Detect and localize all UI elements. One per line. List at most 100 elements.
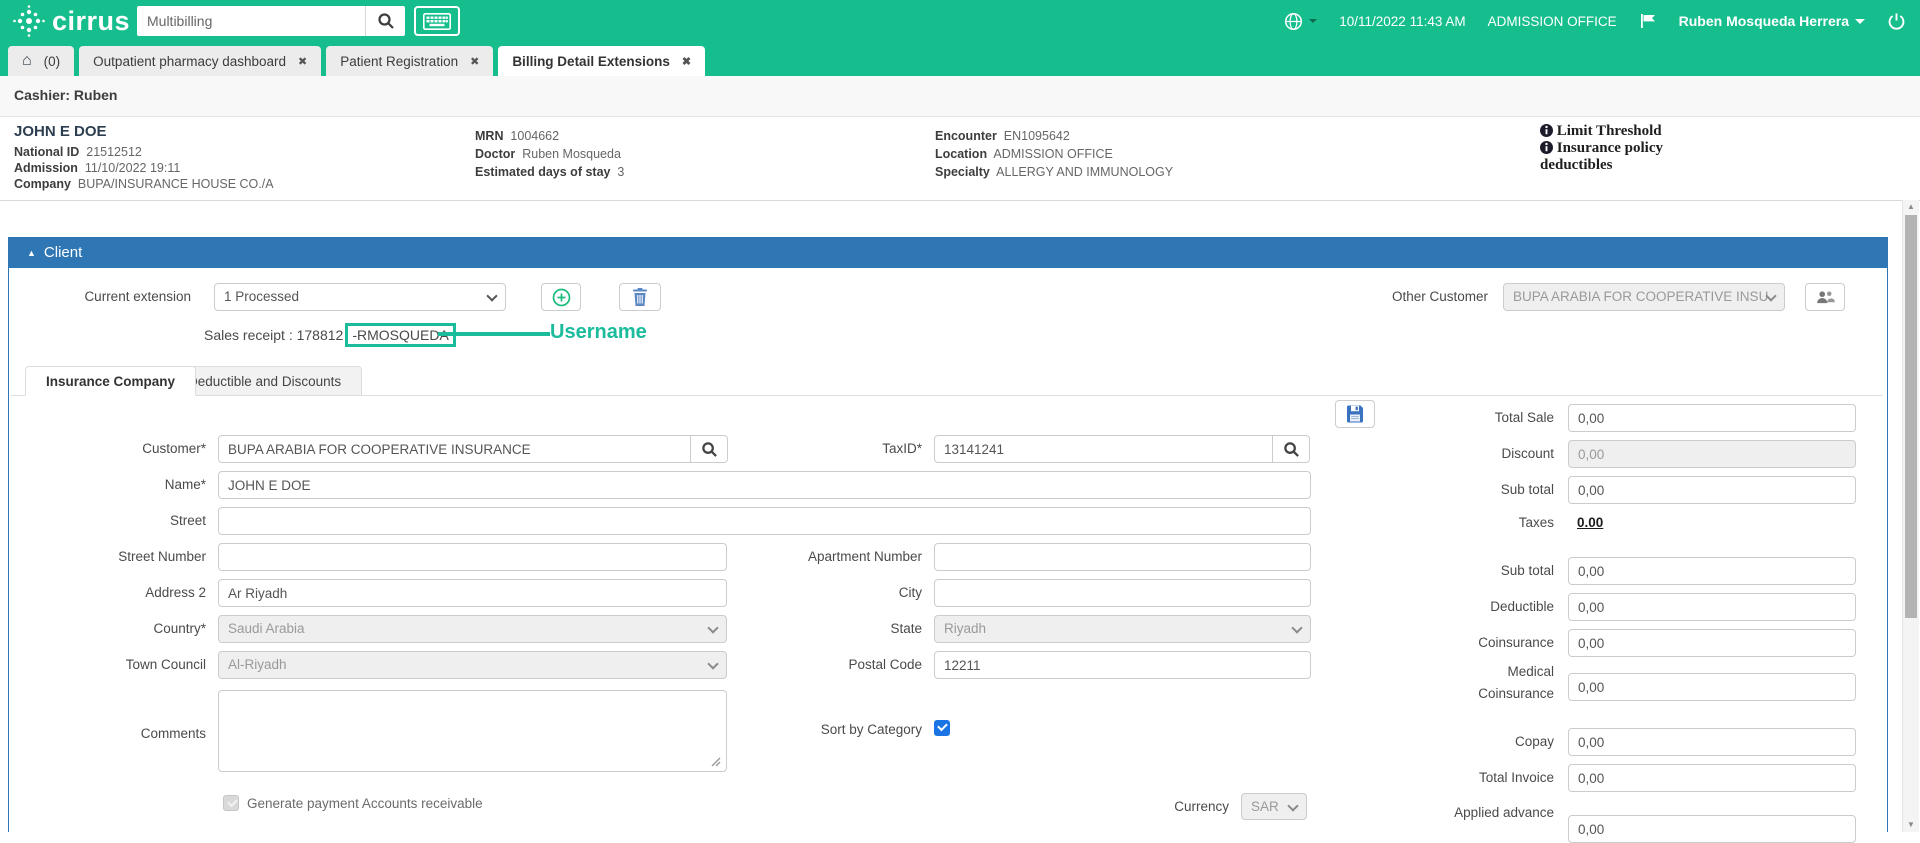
postal-code-input[interactable] — [934, 651, 1311, 679]
medical-coinsurance-input[interactable] — [1568, 673, 1856, 701]
postal-code-label: Postal Code — [848, 657, 922, 672]
name-label: Name* — [164, 477, 206, 492]
copay-input[interactable] — [1568, 728, 1856, 756]
location-value: ADMISSION OFFICE — [993, 147, 1113, 161]
add-extension-button[interactable] — [541, 283, 581, 311]
taxid-search-button[interactable] — [1272, 435, 1310, 463]
tab-outpatient-pharmacy-dashboard[interactable]: Outpatient pharmacy dashboard ✖ — [79, 46, 322, 76]
limit-threshold-link[interactable]: Limit Threshold — [1540, 123, 1685, 140]
currency-label: Currency — [1174, 799, 1229, 814]
town-council-label: Town Council — [125, 657, 206, 672]
coinsurance-input[interactable] — [1568, 629, 1856, 657]
country-select[interactable]: Saudi Arabia — [218, 615, 727, 643]
total-invoice-input[interactable] — [1568, 764, 1856, 792]
patient-summary-band: JOHN E DOE National ID 21512512 Admissio… — [0, 117, 1920, 201]
estimated-days-value: 3 — [617, 165, 625, 179]
sales-receipt-text: Sales receipt : 178812 — [204, 327, 344, 343]
deductible-input[interactable] — [1568, 593, 1856, 621]
estimated-days-label: Estimated days of stay — [475, 165, 611, 179]
language-caret-icon — [1309, 19, 1318, 23]
billing-detail-panel: ▲ Client Current extension 1 Processed O… — [8, 237, 1888, 843]
currency-select[interactable]: SAR — [1241, 793, 1307, 820]
street-input[interactable] — [218, 507, 1311, 535]
patient-col-encounter2: Encounter EN1095642 Location ADMISSION O… — [935, 127, 1173, 181]
customer-group-button[interactable] — [1805, 283, 1845, 311]
keyboard-icon — [423, 12, 451, 30]
client-section-header[interactable]: ▲ Client — [9, 237, 1887, 268]
close-icon[interactable]: ✖ — [682, 55, 691, 68]
subtotal1-input[interactable] — [1568, 476, 1856, 504]
encounter-value: EN1095642 — [1003, 129, 1070, 143]
tab-insurance-company[interactable]: Insurance Company — [25, 366, 197, 396]
user-menu[interactable]: Ruben Mosqueda Herrera — [1679, 13, 1865, 29]
close-icon[interactable]: ✖ — [470, 55, 479, 68]
sort-by-category-checkbox[interactable] — [934, 720, 950, 736]
national-id-label: National ID — [14, 145, 80, 159]
virtual-keyboard-button[interactable] — [414, 6, 460, 36]
tab-billing-detail-extensions[interactable]: Billing Detail Extensions ✖ — [498, 46, 706, 76]
flag-icon[interactable] — [1639, 12, 1657, 30]
name-input[interactable] — [218, 471, 1311, 499]
town-council-value: Al-Riyadh — [228, 657, 287, 672]
street-label: Street — [169, 513, 206, 528]
delete-extension-button[interactable] — [619, 283, 661, 311]
close-icon[interactable]: ✖ — [298, 55, 307, 68]
comments-textarea[interactable] — [218, 690, 727, 772]
city-label: City — [898, 585, 922, 600]
header-datetime: 10/11/2022 11:43 AM — [1339, 13, 1466, 29]
global-search — [137, 6, 405, 36]
street-number-input[interactable] — [218, 543, 727, 571]
comments-label: Comments — [140, 726, 206, 741]
tab-deductible-and-discounts[interactable]: Deductible and Discounts — [167, 366, 363, 396]
total-sale-input[interactable] — [1568, 404, 1856, 432]
apartment-number-label: Apartment Number — [807, 549, 922, 564]
other-customer-select[interactable]: BUPA ARABIA FOR COOPERATIVE INSU — [1503, 283, 1785, 311]
copay-label: Copay — [1514, 734, 1554, 749]
other-customer-label: Other Customer — [1391, 289, 1488, 304]
search-button[interactable] — [365, 6, 405, 36]
coinsurance-label: Coinsurance — [1478, 635, 1554, 650]
insurance-policy-deductibles-link[interactable]: Insurance policy deductibles — [1540, 140, 1685, 174]
language-selector[interactable] — [1284, 12, 1318, 31]
scroll-down-icon[interactable]: ▼ — [1903, 820, 1919, 829]
specialty-value: ALLERGY AND IMMUNOLOGY — [996, 165, 1174, 179]
customer-search-button[interactable] — [690, 435, 728, 463]
current-extension-select[interactable]: 1 Processed — [214, 283, 506, 311]
info-icon — [1540, 124, 1553, 137]
subtotal2-input[interactable] — [1568, 557, 1856, 585]
limit-threshold-text: Limit Threshold — [1556, 123, 1662, 139]
tab-patient-registration[interactable]: Patient Registration ✖ — [326, 46, 494, 76]
national-id-value: 21512512 — [86, 145, 142, 159]
taxes-link[interactable]: 0.00 — [1577, 513, 1603, 533]
customer-input[interactable] — [218, 435, 691, 463]
search-input[interactable] — [137, 6, 365, 36]
trash-icon — [633, 288, 647, 306]
city-input[interactable] — [934, 579, 1311, 607]
tab-home[interactable]: ⌂ (0) — [8, 46, 75, 76]
country-value: Saudi Arabia — [228, 621, 305, 636]
apartment-number-input[interactable] — [934, 543, 1311, 571]
patient-col-identity: JOHN E DOE National ID 21512512 Admissio… — [14, 123, 274, 192]
header-right: 10/11/2022 11:43 AM ADMISSION OFFICE Rub… — [1284, 0, 1920, 42]
taxid-input[interactable] — [934, 435, 1273, 463]
scrollbar-thumb[interactable] — [1905, 215, 1917, 618]
discount-input[interactable] — [1568, 440, 1856, 468]
applied-advance-input[interactable] — [1568, 815, 1856, 843]
annotation-username-label: Username — [550, 321, 647, 343]
chevron-down-icon — [1287, 800, 1299, 812]
current-extension-value: 1 Processed — [224, 289, 300, 304]
vertical-scrollbar[interactable]: ▲ ▼ — [1902, 200, 1919, 832]
power-icon[interactable] — [1887, 12, 1906, 31]
workspace-tabbar: ⌂ (0) Outpatient pharmacy dashboard ✖ Pa… — [0, 42, 1920, 76]
generate-payment-checkbox[interactable] — [223, 795, 239, 811]
info-icon — [1540, 141, 1553, 154]
total-invoice-label: Total Invoice — [1478, 770, 1554, 785]
annotation-line — [438, 332, 550, 336]
state-select[interactable]: Riyadh — [934, 615, 1311, 643]
applied-advance-label: Applied advance — [1454, 805, 1554, 820]
town-council-select[interactable]: Al-Riyadh — [218, 651, 727, 679]
address2-input[interactable] — [218, 579, 727, 607]
subtotal1-label: Sub total — [1500, 482, 1554, 497]
scroll-up-icon[interactable]: ▲ — [1903, 202, 1919, 211]
chevron-down-icon — [707, 658, 719, 670]
